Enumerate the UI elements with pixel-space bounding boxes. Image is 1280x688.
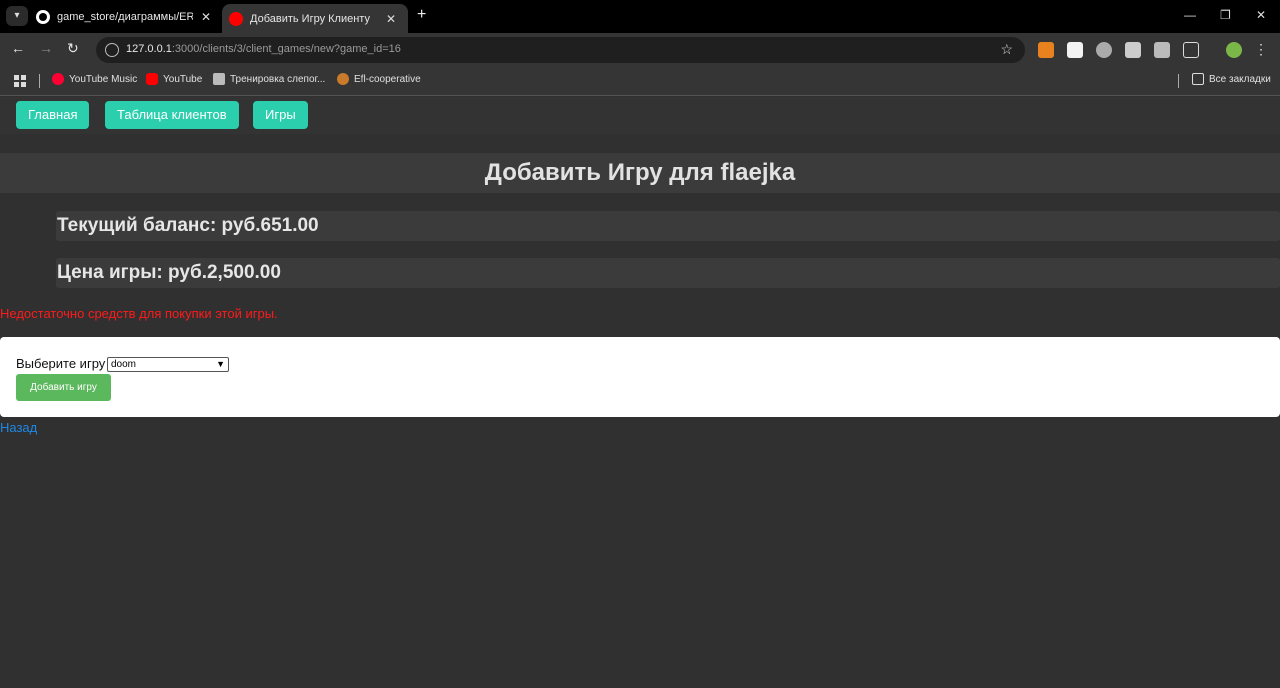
tab-title: Добавить Игру Клиенту	[250, 12, 370, 25]
close-window-icon[interactable]: ✕	[1256, 8, 1266, 22]
bookmark-efl[interactable]: Efl-cooperative	[337, 73, 421, 85]
avatar[interactable]	[1226, 42, 1242, 58]
youtube-music-icon	[52, 73, 64, 85]
nav-home-button[interactable]: Главная	[16, 101, 90, 129]
puzzle-icon[interactable]	[1183, 42, 1199, 58]
tab-title: game_store/диаграммы/ER_DI	[57, 11, 193, 23]
metamask-icon[interactable]	[1038, 42, 1054, 58]
address-bar[interactable]: 127.0.0.1:3000/clients/3/client_games/ne…	[96, 37, 1025, 63]
balance-text: Текущий баланс: руб.651.00	[56, 211, 1280, 241]
close-tab-icon[interactable]: ✕	[386, 12, 396, 26]
chevron-down-icon: ▼	[216, 359, 225, 369]
extension-icon[interactable]	[1067, 42, 1083, 58]
bookmark-typing[interactable]: Тренировка слепог...	[213, 73, 325, 85]
youtube-icon	[146, 73, 158, 85]
new-tab-button[interactable]: +	[417, 6, 426, 24]
folder-icon	[1192, 73, 1204, 85]
select-label: Выберите игру	[16, 356, 106, 371]
efl-icon	[337, 73, 349, 85]
tab-github[interactable]: game_store/диаграммы/ER_DI ✕	[36, 5, 218, 29]
back-arrow-icon[interactable]: ←	[11, 40, 25, 56]
browser-toolbar: ← → ↻ 127.0.0.1:3000/clients/3/client_ga…	[0, 33, 1280, 67]
favicon-icon	[229, 11, 243, 26]
divider	[1178, 74, 1179, 88]
minimize-icon[interactable]: —	[1184, 8, 1196, 22]
reload-icon[interactable]: ↻	[67, 40, 79, 57]
bookmark-youtube[interactable]: YouTube	[146, 73, 202, 85]
site-navbar: Главная Таблица клиентов Игры	[0, 97, 1280, 134]
page-title: Добавить Игру для flaejka	[0, 153, 1280, 193]
nav-clients-button[interactable]: Таблица клиентов	[105, 101, 239, 129]
site-info-icon[interactable]	[105, 43, 119, 57]
selected-value: doom	[111, 359, 137, 370]
game-select[interactable]: doom ▼	[107, 357, 229, 372]
back-link[interactable]: Назад	[0, 420, 37, 435]
add-game-form: Выберите игру doom ▼ Добавить игру	[0, 337, 1280, 417]
tab-icon[interactable]	[1154, 42, 1170, 58]
tab-search-button[interactable]: ▾	[6, 6, 28, 26]
url-text: 127.0.0.1:3000/clients/3/client_games/ne…	[126, 43, 401, 55]
all-bookmarks[interactable]: Все закладки	[1192, 73, 1271, 85]
price-text: Цена игры: руб.2,500.00	[56, 258, 1280, 288]
add-game-button[interactable]: Добавить игру	[16, 374, 111, 401]
apps-grid-icon[interactable]	[14, 75, 26, 87]
rocket-icon[interactable]	[1125, 42, 1141, 58]
bookmark-star-icon[interactable]: ☆	[1000, 41, 1013, 58]
restore-icon[interactable]: ❐	[1220, 8, 1231, 22]
close-tab-icon[interactable]: ✕	[201, 10, 211, 24]
divider	[39, 74, 40, 88]
error-message: Недостаточно средств для покупки этой иг…	[0, 306, 278, 321]
menu-icon[interactable]: ⋮	[1254, 41, 1268, 58]
bookmark-youtube-music[interactable]: YouTube Music	[52, 73, 137, 85]
tab-strip: ▾ game_store/диаграммы/ER_DI ✕ Добавить …	[0, 0, 1280, 33]
nav-games-button[interactable]: Игры	[253, 101, 308, 129]
bookmarks-bar: YouTube Music YouTube Тренировка слепог.…	[0, 67, 1280, 96]
tab-active[interactable]: Добавить Игру Клиенту ✕	[222, 4, 408, 33]
page-content: Главная Таблица клиентов Игры Добавить И…	[0, 97, 1280, 688]
globe-icon[interactable]	[1096, 42, 1112, 58]
document-icon	[213, 73, 225, 85]
github-icon	[36, 10, 50, 24]
forward-arrow-icon[interactable]: →	[39, 40, 53, 56]
